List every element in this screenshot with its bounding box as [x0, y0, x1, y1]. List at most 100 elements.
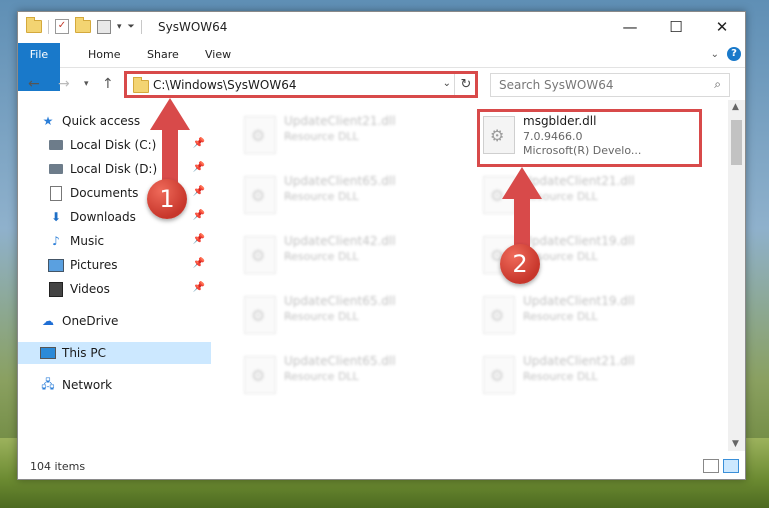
file-type: Resource DLL — [284, 370, 359, 383]
file-type: Resource DLL — [523, 370, 598, 383]
pin-icon[interactable]: 📌 — [193, 210, 205, 221]
tab-share[interactable]: Share — [135, 43, 191, 67]
dll-file-icon — [483, 296, 515, 334]
large-icons-view-icon[interactable] — [723, 459, 739, 473]
pin-icon[interactable]: 📌 — [193, 234, 205, 245]
ribbon-right: ⌄ ? — [711, 47, 741, 61]
dll-file-icon — [244, 236, 276, 274]
vertical-scrollbar[interactable]: ▲ ▼ — [728, 100, 745, 451]
dll-file-icon — [244, 116, 276, 154]
videos-icon — [48, 281, 64, 297]
forward-arrow-icon[interactable]: → — [58, 76, 70, 92]
sidebar-item-this-pc[interactable]: This PC — [18, 342, 211, 364]
star-icon: ★ — [42, 114, 54, 128]
view-switcher — [703, 459, 739, 473]
network-icon: 🖧 — [41, 376, 55, 391]
music-icon: ♪ — [52, 234, 60, 248]
pc-icon — [40, 346, 56, 360]
address-highlight-box — [124, 71, 478, 98]
sidebar-item-label: Pictures — [70, 258, 118, 272]
disk-icon — [48, 162, 64, 176]
search-input[interactable]: Search SysWOW64 ⌕ — [490, 73, 730, 97]
expand-ribbon-icon[interactable]: ⌄ — [711, 49, 719, 60]
explorer-window: ✓ ▾ ⏷ SysWOW64 — ☐ ✕ File Home Share Vie… — [17, 11, 746, 480]
file-item[interactable]: UpdateClient21.dll Resource DLL — [238, 110, 458, 158]
sidebar-item-videos[interactable]: Videos 📌 — [48, 278, 211, 300]
scroll-up-icon[interactable]: ▲ — [732, 102, 739, 112]
help-icon[interactable]: ? — [727, 47, 741, 61]
file-item[interactable]: UpdateClient65.dll Resource DLL — [238, 170, 458, 218]
file-name: UpdateClient65.dll — [284, 294, 396, 308]
item-count: 104 items — [30, 460, 86, 473]
ribbon-tabs: File Home Share View ⌄ ? — [18, 43, 745, 91]
disk-icon — [48, 138, 64, 152]
cloud-icon: ☁ — [42, 314, 54, 328]
dll-file-icon — [483, 356, 515, 394]
caption-buttons: — ☐ ✕ — [607, 12, 745, 42]
search-icon: ⌕ — [714, 77, 721, 91]
file-item[interactable]: UpdateClient42.dll Resource DLL — [238, 230, 458, 278]
sidebar-item-label: Quick access — [62, 114, 141, 128]
sidebar-item-network[interactable]: 🖧 Network — [40, 374, 211, 396]
file-type: Resource DLL — [284, 130, 359, 143]
toolbar-divider — [48, 19, 49, 34]
back-arrow-icon[interactable]: ← — [28, 76, 40, 92]
properties-check-icon[interactable]: ✓ — [55, 19, 69, 34]
sidebar-item-label: Network — [62, 378, 113, 392]
chevron-down-icon[interactable]: ▾ — [117, 22, 122, 32]
download-icon: ⬇ — [50, 210, 62, 224]
status-bar: 104 items — [18, 453, 745, 479]
sidebar-item-label: Videos — [70, 282, 110, 296]
quick-access-toolbar: ✓ ▾ ⏷ — [26, 17, 142, 34]
search-placeholder: Search SysWOW64 — [499, 78, 614, 92]
file-type: Resource DLL — [284, 310, 359, 323]
sidebar-item-label: Documents — [70, 186, 139, 200]
window-title: SysWOW64 — [158, 20, 228, 34]
documents-icon — [48, 185, 64, 201]
scrollbar-thumb[interactable] — [731, 120, 742, 165]
file-type: Resource DLL — [284, 250, 359, 263]
toolbar-divider — [140, 19, 142, 34]
callout-badge-2: 2 — [500, 244, 540, 284]
file-name: UpdateClient21.dll — [523, 354, 635, 368]
details-view-icon[interactable] — [703, 459, 719, 473]
tab-view[interactable]: View — [193, 43, 243, 67]
file-item[interactable]: UpdateClient65.dll Resource DLL — [238, 350, 458, 398]
file-highlight-box — [477, 109, 702, 167]
file-name: UpdateClient65.dll — [284, 174, 396, 188]
folder-icon — [26, 17, 42, 33]
recent-locations-icon[interactable]: ▾ — [84, 79, 89, 89]
tab-home[interactable]: Home — [76, 43, 132, 67]
pin-icon[interactable]: 📌 — [193, 258, 205, 269]
scroll-down-icon[interactable]: ▼ — [732, 439, 739, 449]
sidebar-item-label: This PC — [62, 346, 106, 360]
file-type: Resource DLL — [284, 190, 359, 203]
close-button[interactable]: ✕ — [699, 12, 745, 42]
pin-icon[interactable]: 📌 — [193, 282, 205, 293]
file-name: UpdateClient42.dll — [284, 234, 396, 248]
sidebar-item-onedrive[interactable]: ☁ OneDrive — [40, 310, 211, 332]
file-item[interactable]: UpdateClient65.dll Resource DLL — [238, 290, 458, 338]
dll-file-icon — [244, 176, 276, 214]
customize-toolbar-icon[interactable]: ⏷ — [128, 22, 135, 32]
new-folder-icon[interactable] — [75, 17, 91, 33]
file-type: Resource DLL — [523, 310, 598, 323]
sidebar-item-downloads[interactable]: ⬇ Downloads 📌 — [48, 206, 211, 228]
minimize-button[interactable]: — — [607, 12, 653, 42]
sidebar-item-label: Downloads — [70, 210, 136, 224]
dll-file-icon — [244, 296, 276, 334]
file-item[interactable]: UpdateClient21.dll Resource DLL — [477, 350, 697, 398]
file-name: UpdateClient19.dll — [523, 294, 635, 308]
sidebar-item-pictures[interactable]: Pictures 📌 — [48, 254, 211, 276]
properties-icon[interactable] — [97, 19, 111, 34]
sidebar-item-label: OneDrive — [62, 314, 119, 328]
file-item[interactable]: UpdateClient19.dll Resource DLL — [477, 290, 697, 338]
maximize-button[interactable]: ☐ — [653, 12, 699, 42]
title-bar: ✓ ▾ ⏷ SysWOW64 — ☐ ✕ — [18, 12, 745, 43]
up-arrow-icon[interactable]: ↑ — [102, 76, 114, 92]
dll-file-icon — [244, 356, 276, 394]
callout-badge-1: 1 — [147, 179, 187, 219]
sidebar-item-music[interactable]: ♪ Music 📌 — [48, 230, 211, 252]
file-name: UpdateClient21.dll — [284, 114, 396, 128]
sidebar-item-quick-access[interactable]: ★ Quick access — [40, 110, 233, 132]
